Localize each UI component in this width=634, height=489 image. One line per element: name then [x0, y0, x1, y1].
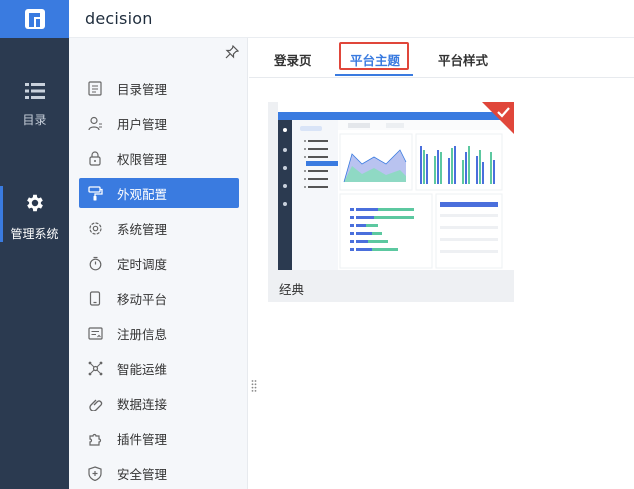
menu-item-label: 外观配置: [117, 186, 168, 202]
mobile-icon: [87, 290, 103, 306]
menu-item-label: 注册信息: [117, 326, 168, 342]
theme-preview-thumbnail: [278, 102, 514, 270]
menu-item-label: 系统管理: [117, 221, 168, 237]
link-icon: [87, 395, 103, 411]
menu-item-permissions[interactable]: 权限管理: [79, 143, 239, 173]
user-icon: [87, 115, 103, 131]
rail-item-label: 管理系统: [10, 227, 59, 241]
menu-item-ops[interactable]: 智能运维: [79, 353, 239, 383]
pin-icon[interactable]: [225, 44, 240, 63]
puzzle-icon: [87, 430, 103, 446]
timer-icon: [87, 255, 103, 271]
menu-item-users[interactable]: 用户管理: [79, 108, 239, 138]
secondary-menu: 目录管理 用户管理 权限管理 外观配置 系统管理 定时调度 移动平台 注册信息 …: [69, 38, 248, 489]
tab-bar: 登录页 平台主题 平台样式: [249, 38, 634, 78]
rail-item-management[interactable]: 管理系统: [0, 192, 69, 242]
settings-icon: [87, 220, 103, 236]
tab-login-page[interactable]: 登录页: [274, 50, 312, 69]
menu-item-security[interactable]: 安全管理: [79, 458, 239, 488]
paint-roller-icon: [87, 185, 103, 201]
registration-icon: [87, 325, 103, 341]
app-title: decision: [85, 9, 153, 28]
menu-item-label: 权限管理: [117, 151, 168, 167]
app-root: 目录 管理系统 decision 目录管理 用户管理 权限管理 外观配置 系统管…: [0, 0, 634, 489]
menu-item-label: 安全管理: [117, 466, 168, 482]
menu-item-system[interactable]: 系统管理: [79, 213, 239, 243]
menu-item-label: 智能运维: [117, 361, 168, 377]
selected-check-icon: [482, 102, 514, 134]
tab-platform-style[interactable]: 平台样式: [438, 50, 488, 69]
rail-item-label: 目录: [22, 113, 47, 127]
active-tab-indicator: [335, 74, 413, 76]
menu-item-label: 移动平台: [117, 291, 168, 307]
menu-item-appearance[interactable]: 外观配置: [79, 178, 239, 208]
menu-item-scheduler[interactable]: 定时调度: [79, 248, 239, 278]
app-logo[interactable]: [0, 0, 69, 38]
menu-item-plugins[interactable]: 插件管理: [79, 423, 239, 453]
list-icon: [24, 82, 45, 103]
theme-card-classic[interactable]: 经典: [268, 102, 514, 302]
left-rail: 目录 管理系统: [0, 0, 69, 489]
shield-icon: [87, 465, 103, 481]
catalog-icon: [87, 80, 103, 96]
menu-item-label: 插件管理: [117, 431, 168, 447]
tab-highlight-box: [339, 42, 409, 70]
gear-icon: [24, 192, 46, 217]
menu-item-mobile[interactable]: 移动平台: [79, 283, 239, 313]
theme-name: 经典: [279, 282, 305, 297]
menu-item-label: 目录管理: [117, 81, 168, 97]
resize-handle-icon[interactable]: [251, 378, 257, 397]
menu-item-label: 数据连接: [117, 396, 168, 412]
menu-item-catalog[interactable]: 目录管理: [79, 73, 239, 103]
lock-icon: [87, 150, 103, 166]
rail-item-catalog[interactable]: 目录: [0, 82, 69, 128]
menu-item-label: 用户管理: [117, 116, 168, 132]
network-icon: [87, 360, 103, 376]
top-header: decision: [69, 0, 634, 38]
menu-item-data-connection[interactable]: 数据连接: [79, 388, 239, 418]
menu-item-label: 定时调度: [117, 256, 168, 272]
menu-item-registration[interactable]: 注册信息: [79, 318, 239, 348]
